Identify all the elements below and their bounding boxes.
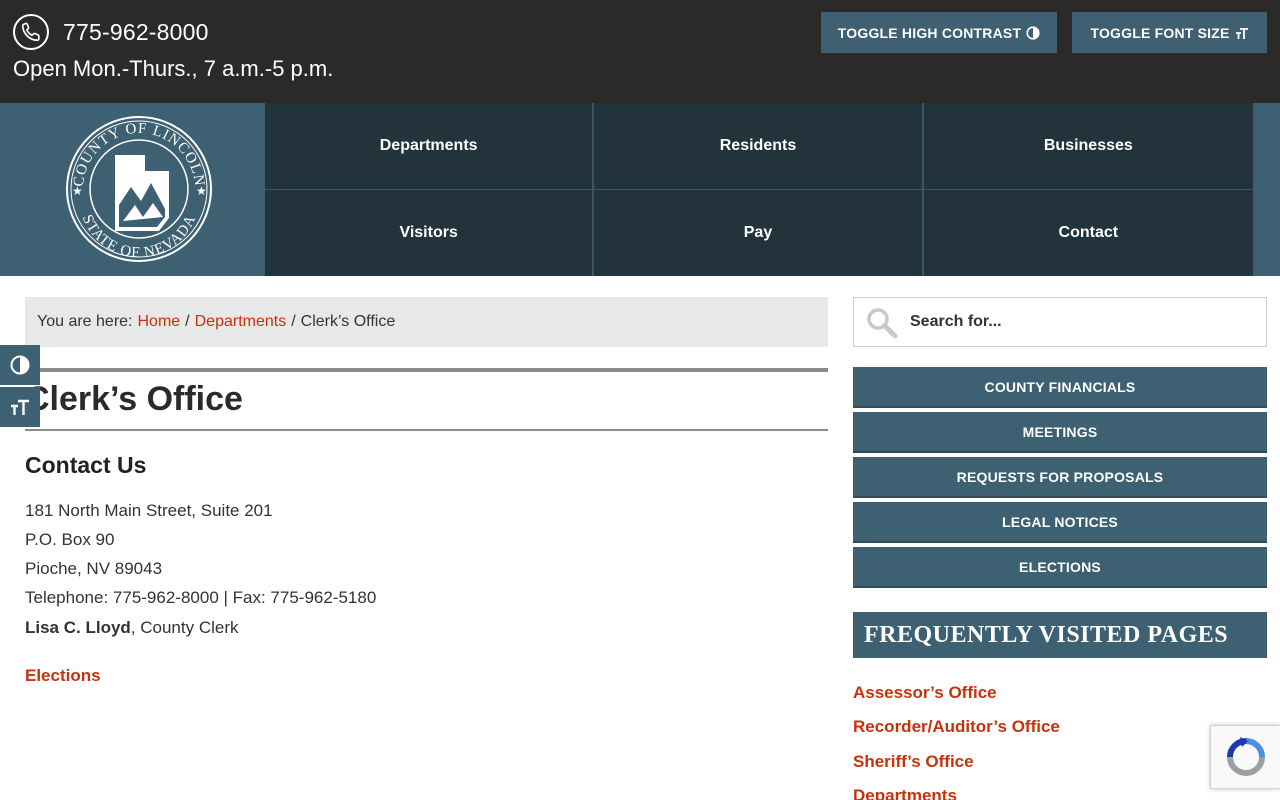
clerk-line: Lisa C. Lloyd, County Clerk xyxy=(25,618,239,638)
title-divider-bottom xyxy=(25,429,828,431)
side-font-size-toggle[interactable] xyxy=(0,387,40,427)
breadcrumb-home-link[interactable]: Home xyxy=(137,313,180,331)
requests-for-proposals-button[interactable]: REQUESTS FOR PROPOSALS xyxy=(853,457,1267,498)
toggle-high-contrast-button[interactable]: TOGGLE HIGH CONTRAST xyxy=(821,12,1057,53)
phone-number[interactable]: 775-962-8000 xyxy=(63,19,209,46)
breadcrumb-current: Clerk’s Office xyxy=(300,313,396,330)
toggle-font-size-label: TOGGLE FONT SIZE xyxy=(1090,24,1230,41)
clerk-name: Lisa C. Lloyd xyxy=(25,618,131,637)
phone-icon xyxy=(13,14,49,50)
toggle-high-contrast-label: TOGGLE HIGH CONTRAST xyxy=(837,24,1022,41)
county-financials-button[interactable]: COUNTY FINANCIALS xyxy=(853,367,1267,408)
svg-text:★: ★ xyxy=(196,184,207,198)
nav-item-residents[interactable]: Residents xyxy=(594,103,924,190)
elections-button[interactable]: ELECTIONS xyxy=(853,547,1267,588)
clerk-title: , County Clerk xyxy=(130,618,239,637)
office-hours: Open Mon.-Thurs., 7 a.m.-5 p.m. xyxy=(13,56,334,81)
breadcrumb-separator: / xyxy=(291,313,296,330)
contrast-icon xyxy=(10,355,30,375)
toggle-font-size-button[interactable]: TOGGLE FONT SIZE xyxy=(1072,12,1267,53)
assessors-office-link[interactable]: Assessor’s Office xyxy=(853,683,997,703)
breadcrumb-separator: / xyxy=(185,313,190,330)
contact-heading: Contact Us xyxy=(25,452,147,478)
search-icon xyxy=(867,308,898,339)
breadcrumb-prefix: You are here: xyxy=(37,313,133,330)
phone-row: 775-962-8000 xyxy=(13,14,209,50)
phone-fax-line: Telephone: 775-962-8000 | Fax: 775-962-5… xyxy=(25,588,377,607)
legal-notices-button[interactable]: LEGAL NOTICES xyxy=(853,502,1267,543)
title-divider-top xyxy=(25,368,828,372)
search-input[interactable]: Search for... xyxy=(853,297,1267,347)
frequently-visited-heading: FREQUENTLY VISITED PAGES xyxy=(853,612,1267,658)
nav-item-contact[interactable]: Contact xyxy=(924,190,1253,277)
nav-item-departments[interactable]: Departments xyxy=(265,103,595,190)
svg-text:★: ★ xyxy=(72,184,83,198)
meetings-button[interactable]: MEETINGS xyxy=(853,412,1267,453)
nav-item-businesses[interactable]: Businesses xyxy=(923,103,1253,190)
site-header: COUNTY OF LINCOLN STATE OF NEVADA ★ ★ De… xyxy=(0,103,1280,276)
city-state-zip-line: Pioche, NV 89043 xyxy=(25,559,163,578)
search-placeholder: Search for... xyxy=(910,313,1002,330)
recaptcha-badge[interactable] xyxy=(1210,725,1280,789)
page-title: Clerk’s Office xyxy=(25,380,243,418)
po-box-line: P.O. Box 90 xyxy=(25,530,115,549)
font-size-icon xyxy=(1235,27,1248,39)
breadcrumb: You are here: Home / Departments / Clerk… xyxy=(25,297,828,347)
recaptcha-icon xyxy=(1226,737,1265,776)
utility-bar: 775-962-8000 Open Mon.-Thurs., 7 a.m.-5 … xyxy=(0,0,1280,103)
elections-link[interactable]: Elections xyxy=(25,666,101,686)
nav-item-visitors[interactable]: Visitors xyxy=(265,189,595,276)
main-navigation: Departments Residents Businesses Visitor… xyxy=(265,103,1253,276)
breadcrumb-departments-link[interactable]: Departments xyxy=(195,313,287,331)
county-seal-logo[interactable]: COUNTY OF LINCOLN STATE OF NEVADA ★ ★ xyxy=(63,113,215,265)
address-line: 181 North Main Street, Suite 201 xyxy=(25,501,273,520)
nav-item-pay[interactable]: Pay xyxy=(594,189,924,276)
side-contrast-toggle[interactable] xyxy=(0,345,40,385)
sheriffs-office-link[interactable]: Sheriff’s Office xyxy=(853,752,974,772)
recorder-auditor-office-link[interactable]: Recorder/Auditor’s Office xyxy=(853,717,1060,737)
font-size-icon xyxy=(11,399,29,415)
contrast-icon xyxy=(1026,25,1040,40)
departments-link[interactable]: Departments xyxy=(853,786,957,800)
